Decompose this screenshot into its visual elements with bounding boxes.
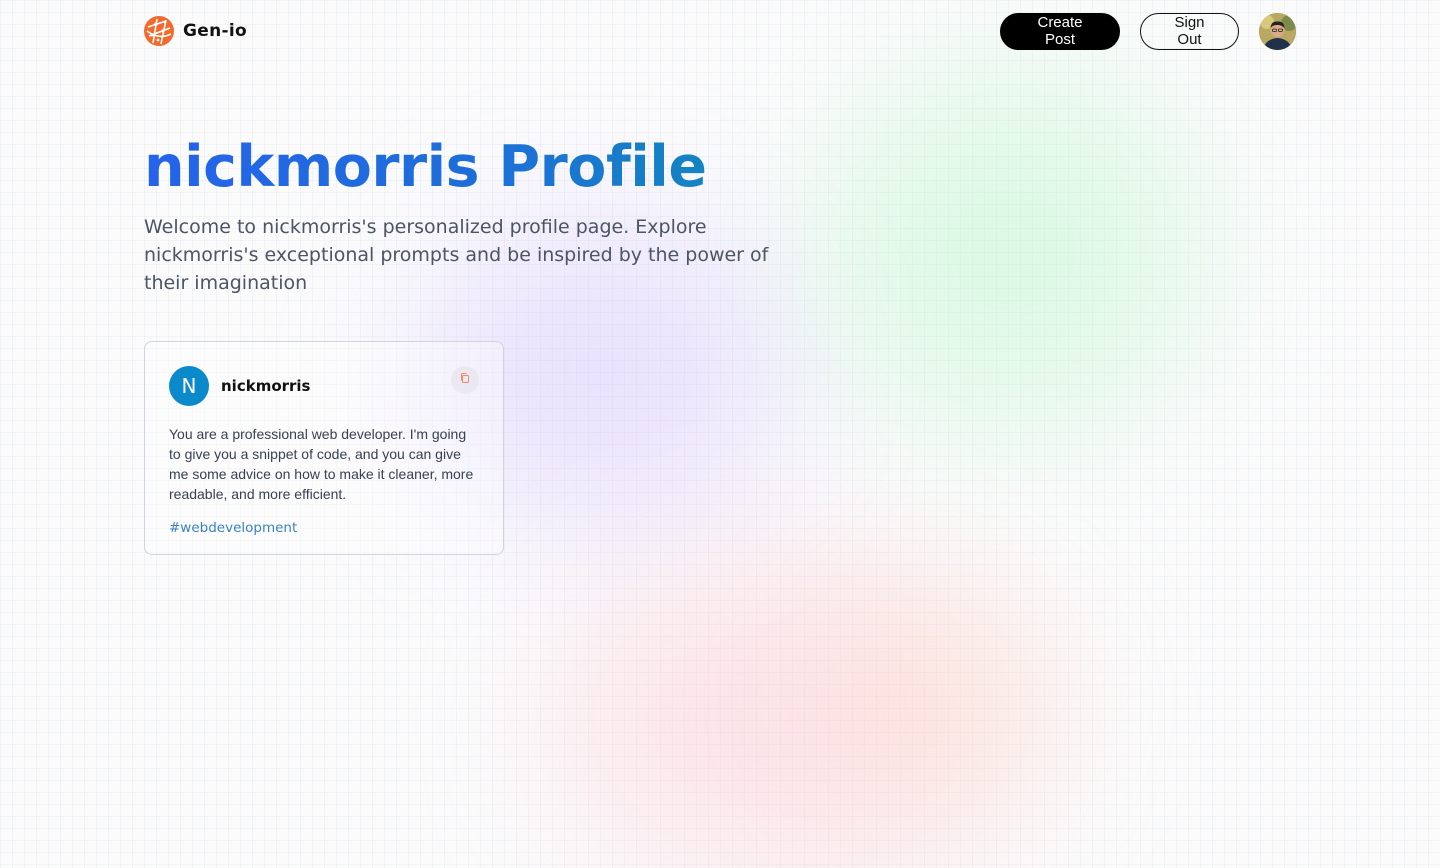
- background-glow-green: [820, 70, 1200, 430]
- user-avatar[interactable]: [1259, 12, 1296, 50]
- prompt-author[interactable]: N nickmorris: [169, 366, 311, 406]
- background-glow-pink: [560, 560, 1020, 868]
- background-glow-peach: [820, 600, 1060, 800]
- author-username[interactable]: nickmorris: [221, 377, 311, 395]
- copy-button[interactable]: [451, 366, 479, 394]
- top-navbar: Gen-io Create Post Sign Out: [144, 12, 1296, 50]
- brand-name: Gen-io: [183, 21, 247, 41]
- page-title: nickmorris Profile: [144, 133, 824, 201]
- globe-logo-icon: [144, 16, 174, 46]
- prompt-tag[interactable]: #webdevelopment: [169, 520, 297, 536]
- nav-actions: Create Post Sign Out: [1000, 12, 1296, 50]
- prompt-text: You are a professional web developer. I'…: [169, 426, 474, 502]
- brand-home-link[interactable]: Gen-io: [144, 16, 247, 46]
- author-avatar[interactable]: N: [169, 366, 209, 406]
- page-description: Welcome to nickmorris's personalized pro…: [144, 216, 769, 294]
- create-post-button[interactable]: Create Post: [1000, 12, 1120, 50]
- profile-hero: nickmorris Profile Welcome to nickmorris…: [144, 133, 824, 297]
- prompt-card-header: N nickmorris: [169, 366, 479, 406]
- copy-icon: [459, 371, 471, 389]
- sign-out-button[interactable]: Sign Out: [1140, 12, 1239, 50]
- prompt-card: N nickmorris You are a professional web …: [144, 341, 504, 555]
